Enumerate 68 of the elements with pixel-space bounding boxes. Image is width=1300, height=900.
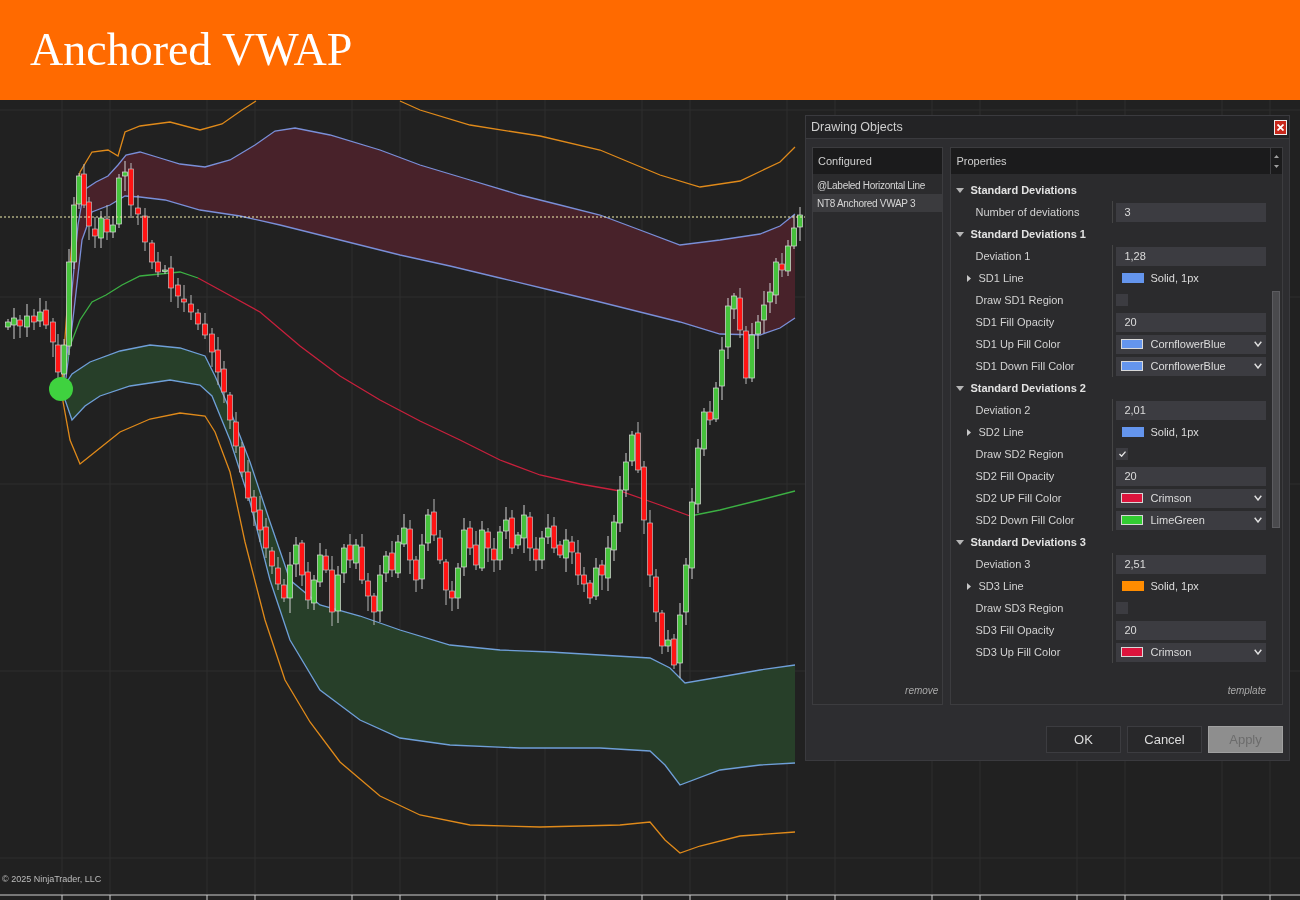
property-label: SD3 Line <box>978 578 1024 594</box>
property-label: Draw SD2 Region <box>974 446 1064 462</box>
property-label: Deviation 2 <box>974 402 1031 418</box>
caret-down-icon[interactable] <box>956 385 965 391</box>
dialog-title: Drawing Objects <box>811 118 903 136</box>
color-dropdown[interactable]: CornflowerBlue <box>1116 334 1266 354</box>
chevron-down-icon <box>1254 649 1262 655</box>
page-title: Anchored VWAP <box>30 27 353 73</box>
caret-down-icon[interactable] <box>956 231 965 237</box>
property-label: SD3 Fill Opacity <box>974 622 1055 638</box>
chevron-down-icon <box>1254 363 1262 369</box>
dialog-button[interactable]: OK <box>1046 726 1121 753</box>
chevron-down-icon <box>1254 495 1262 501</box>
text-field[interactable]: 20 <box>1116 466 1266 486</box>
color-dropdown[interactable]: LimeGreen <box>1116 510 1266 530</box>
panel-title: Configured <box>818 153 872 169</box>
property-label: SD2 Line <box>978 424 1024 440</box>
property-label: Draw SD1 Region <box>974 292 1064 308</box>
chevron-down-icon <box>1254 517 1262 523</box>
line-style-text: Solid, 1px <box>1150 270 1199 286</box>
panel-title: Properties <box>956 153 1007 169</box>
copyright-text: © 2025 NinjaTrader, LLC <box>2 872 102 886</box>
list-item[interactable]: NT8 Anchored VWAP 3 <box>813 194 943 212</box>
property-label: Number of deviations <box>974 204 1080 220</box>
scrollbar-thumb[interactable] <box>1271 291 1280 528</box>
property-label: SD1 Down Fill Color <box>974 358 1075 374</box>
property-label: SD2 UP Fill Color <box>974 490 1062 506</box>
category-label: Standard Deviations 1 <box>970 226 1086 242</box>
property-label: SD2 Down Fill Color <box>974 512 1075 528</box>
check-icon <box>1118 451 1126 457</box>
caret-right-icon[interactable] <box>967 582 972 590</box>
horizontal-line[interactable] <box>0 216 806 218</box>
property-label: Deviation 1 <box>974 248 1031 264</box>
scroll-up-icon[interactable] <box>1274 154 1279 158</box>
category-label: Standard Deviations 2 <box>970 380 1086 396</box>
color-dropdown[interactable]: Crimson <box>1116 488 1266 508</box>
category-label: Standard Deviations <box>970 182 1077 198</box>
template-link[interactable]: template <box>1227 683 1266 698</box>
caret-right-icon[interactable] <box>967 428 972 436</box>
property-label: Deviation 3 <box>974 556 1031 572</box>
chevron-down-icon <box>1254 341 1262 347</box>
remove-link[interactable]: remove <box>905 683 939 698</box>
close-icon <box>1277 123 1284 131</box>
caret-down-icon[interactable] <box>956 187 965 193</box>
property-label: SD1 Fill Opacity <box>974 314 1055 330</box>
color-dropdown[interactable]: Crimson <box>1116 642 1266 662</box>
close-button[interactable] <box>1274 119 1287 135</box>
text-field[interactable]: 2,01 <box>1116 400 1266 420</box>
line-style-text: Solid, 1px <box>1150 578 1199 594</box>
dialog-button[interactable]: Cancel <box>1127 726 1202 753</box>
caret-down-icon[interactable] <box>956 539 965 545</box>
property-label: Draw SD3 Region <box>974 600 1064 616</box>
anchor-marker-icon[interactable] <box>49 377 73 401</box>
text-field[interactable]: 1,28 <box>1116 246 1266 266</box>
color-dropdown[interactable]: CornflowerBlue <box>1116 356 1266 376</box>
line-style-text: Solid, 1px <box>1150 424 1199 440</box>
text-field[interactable]: 20 <box>1116 620 1266 640</box>
scroll-down-icon[interactable] <box>1274 164 1279 168</box>
text-field[interactable]: 2,51 <box>1116 554 1266 574</box>
property-label: SD3 Up Fill Color <box>974 644 1061 660</box>
property-label: SD2 Fill Opacity <box>974 468 1055 484</box>
property-label: SD1 Line <box>978 270 1024 286</box>
checkbox[interactable] <box>1116 448 1129 460</box>
text-field[interactable]: 3 <box>1116 202 1266 222</box>
text-field[interactable]: 20 <box>1116 312 1266 332</box>
caret-right-icon[interactable] <box>967 274 972 282</box>
property-label: SD1 Up Fill Color <box>974 336 1061 352</box>
category-label: Standard Deviations 3 <box>970 534 1086 550</box>
